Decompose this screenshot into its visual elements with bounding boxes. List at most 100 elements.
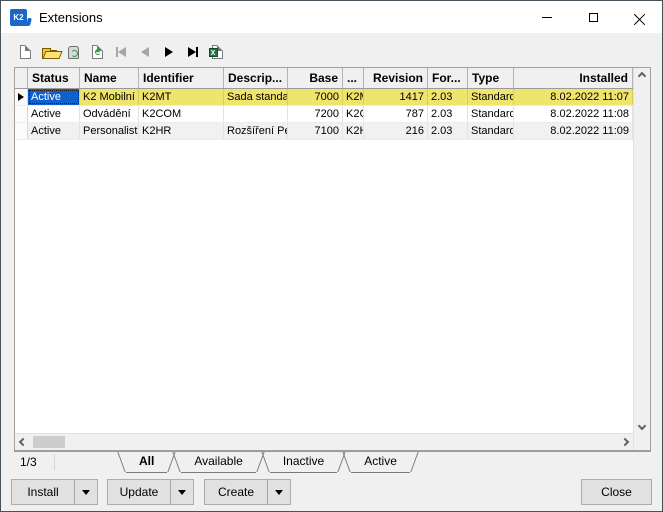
create-button[interactable]: Create (204, 479, 291, 505)
scroll-down-button[interactable] (634, 418, 650, 434)
cell-base[interactable]: 7200 (288, 106, 343, 122)
recycle-bin-icon-shape (67, 45, 79, 59)
tab-all[interactable]: All (126, 452, 168, 473)
grid-header-row: Status Name Identifier Descrip... Base... Rev… (15, 68, 633, 89)
next-record-icon-shape (165, 47, 173, 57)
row-selector-cell (15, 89, 28, 105)
row-selector-cell (15, 123, 28, 139)
next-record-icon[interactable] (161, 43, 177, 61)
minimize-button[interactable] (524, 1, 570, 33)
new-document-icon[interactable] (17, 43, 33, 61)
open-folder-icon[interactable] (41, 43, 57, 61)
filter-tabs: All Available Inactive Active (119, 452, 417, 473)
cell-type[interactable]: Standard (468, 123, 514, 139)
new-document-icon-shape (19, 45, 31, 59)
cell-name[interactable]: Odvádění (80, 106, 139, 122)
create-dropdown-button[interactable] (267, 480, 290, 504)
column-header-name[interactable]: Name (80, 68, 139, 88)
excel-export-icon-shape: X (208, 45, 223, 59)
horizontal-scrollbar[interactable] (15, 433, 633, 450)
maximize-button[interactable] (570, 1, 616, 33)
cell-identifier[interactable]: K2COM (139, 106, 224, 122)
caret-down-icon (82, 489, 90, 499)
cell-revision[interactable]: 216 (364, 123, 428, 139)
cell-installed[interactable]: 8.02.2022 11:08 (514, 106, 633, 122)
update-button-label: Update (119, 485, 159, 499)
cell-installed[interactable]: 8.02.2022 11:09 (514, 123, 633, 139)
cell-for[interactable]: 2.03 (428, 106, 468, 122)
tab-available[interactable]: Available (181, 452, 256, 473)
last-record-icon-shape (188, 47, 196, 57)
vertical-scrollbar[interactable] (633, 68, 650, 450)
minimize-icon (542, 16, 552, 18)
tab-active[interactable]: Active (351, 452, 410, 473)
toolbar: X (17, 41, 225, 63)
previous-record-icon (137, 43, 153, 61)
column-header-base[interactable]: Base (288, 68, 343, 88)
cell-revision[interactable]: 787 (364, 106, 428, 122)
caret-down-icon (275, 489, 283, 499)
install-dropdown-button[interactable] (74, 480, 97, 504)
update-button[interactable]: Update (107, 479, 194, 505)
cell-status[interactable]: Active (28, 89, 80, 105)
grid-empty-area (15, 140, 633, 433)
title-bar: K2 Extensions (1, 1, 662, 33)
cell-descrip[interactable]: Rozšíření Pe (224, 123, 288, 139)
close-window-button[interactable] (616, 1, 662, 33)
chevron-left-icon (18, 437, 28, 447)
excel-export-icon[interactable]: X (208, 43, 225, 61)
column-header-identifier[interactable]: Identifier (139, 68, 224, 88)
table-row[interactable]: ActiveK2 Mobilní tK2MTSada standa7000K2M… (15, 89, 633, 106)
scroll-left-button[interactable] (15, 434, 31, 450)
tab-strip: 1/3 All Available Inactive Active (14, 451, 651, 473)
cell-col[interactable]: K2HR (343, 123, 364, 139)
install-button-label: Install (27, 485, 59, 499)
column-header-revision[interactable]: Revision (364, 68, 428, 88)
window-controls (524, 1, 662, 33)
cell-descrip[interactable]: Sada standa (224, 89, 288, 105)
cell-identifier[interactable]: K2HR (139, 123, 224, 139)
cell-identifier[interactable]: K2MT (139, 89, 224, 105)
column-header-type[interactable]: Type (468, 68, 514, 88)
cell-name[interactable]: K2 Mobilní t (80, 89, 139, 105)
maximize-icon (588, 12, 598, 22)
update-dropdown-button[interactable] (170, 480, 193, 504)
cell-for[interactable]: 2.03 (428, 89, 468, 105)
install-button[interactable]: Install (11, 479, 98, 505)
cell-col[interactable]: K2MT (343, 89, 364, 105)
cell-base[interactable]: 7100 (288, 123, 343, 139)
previous-record-icon-shape (141, 47, 149, 57)
extensions-dialog: K2 Extensions X Status Name Identifier Desc… (0, 0, 663, 512)
column-header-for[interactable]: For... (428, 68, 468, 88)
recycle-bin-icon[interactable] (65, 43, 81, 61)
scroll-right-button[interactable] (617, 434, 633, 450)
column-header-col[interactable]: ... (343, 68, 364, 88)
close-button[interactable]: Close (581, 479, 652, 505)
column-header-status[interactable]: Status (28, 68, 80, 88)
table-row[interactable]: ActiveOdváděníK2COM7200K2COM7872.03Stand… (15, 106, 633, 123)
caret-down-icon (178, 489, 186, 499)
cell-type[interactable]: Standard (468, 106, 514, 122)
cell-status[interactable]: Active (28, 123, 80, 139)
cell-revision[interactable]: 1417 (364, 89, 428, 105)
refresh-document-icon[interactable] (89, 43, 105, 61)
horizontal-scroll-thumb[interactable] (33, 436, 65, 448)
open-folder-icon-shape (41, 48, 57, 59)
tab-inactive[interactable]: Inactive (269, 452, 338, 473)
scroll-up-button[interactable] (634, 68, 650, 84)
column-header-descrip[interactable]: Descrip... (224, 68, 288, 88)
cell-status[interactable]: Active (28, 106, 80, 122)
cell-for[interactable]: 2.03 (428, 123, 468, 139)
cell-name[interactable]: Personalistik (80, 123, 139, 139)
cell-type[interactable]: Standard (468, 89, 514, 105)
cell-col[interactable]: K2COM (343, 106, 364, 122)
cell-installed[interactable]: 8.02.2022 11:07 (514, 89, 633, 105)
vertical-scroll-track[interactable] (634, 84, 650, 418)
refresh-document-icon-shape (94, 49, 101, 55)
cell-descrip[interactable] (224, 106, 288, 122)
column-header-installed[interactable]: Installed (514, 68, 633, 88)
scrollbar-corner (634, 434, 650, 450)
table-row[interactable]: ActivePersonalistikK2HRRozšíření Pe7100K… (15, 123, 633, 140)
last-record-icon[interactable] (185, 43, 201, 61)
cell-base[interactable]: 7000 (288, 89, 343, 105)
